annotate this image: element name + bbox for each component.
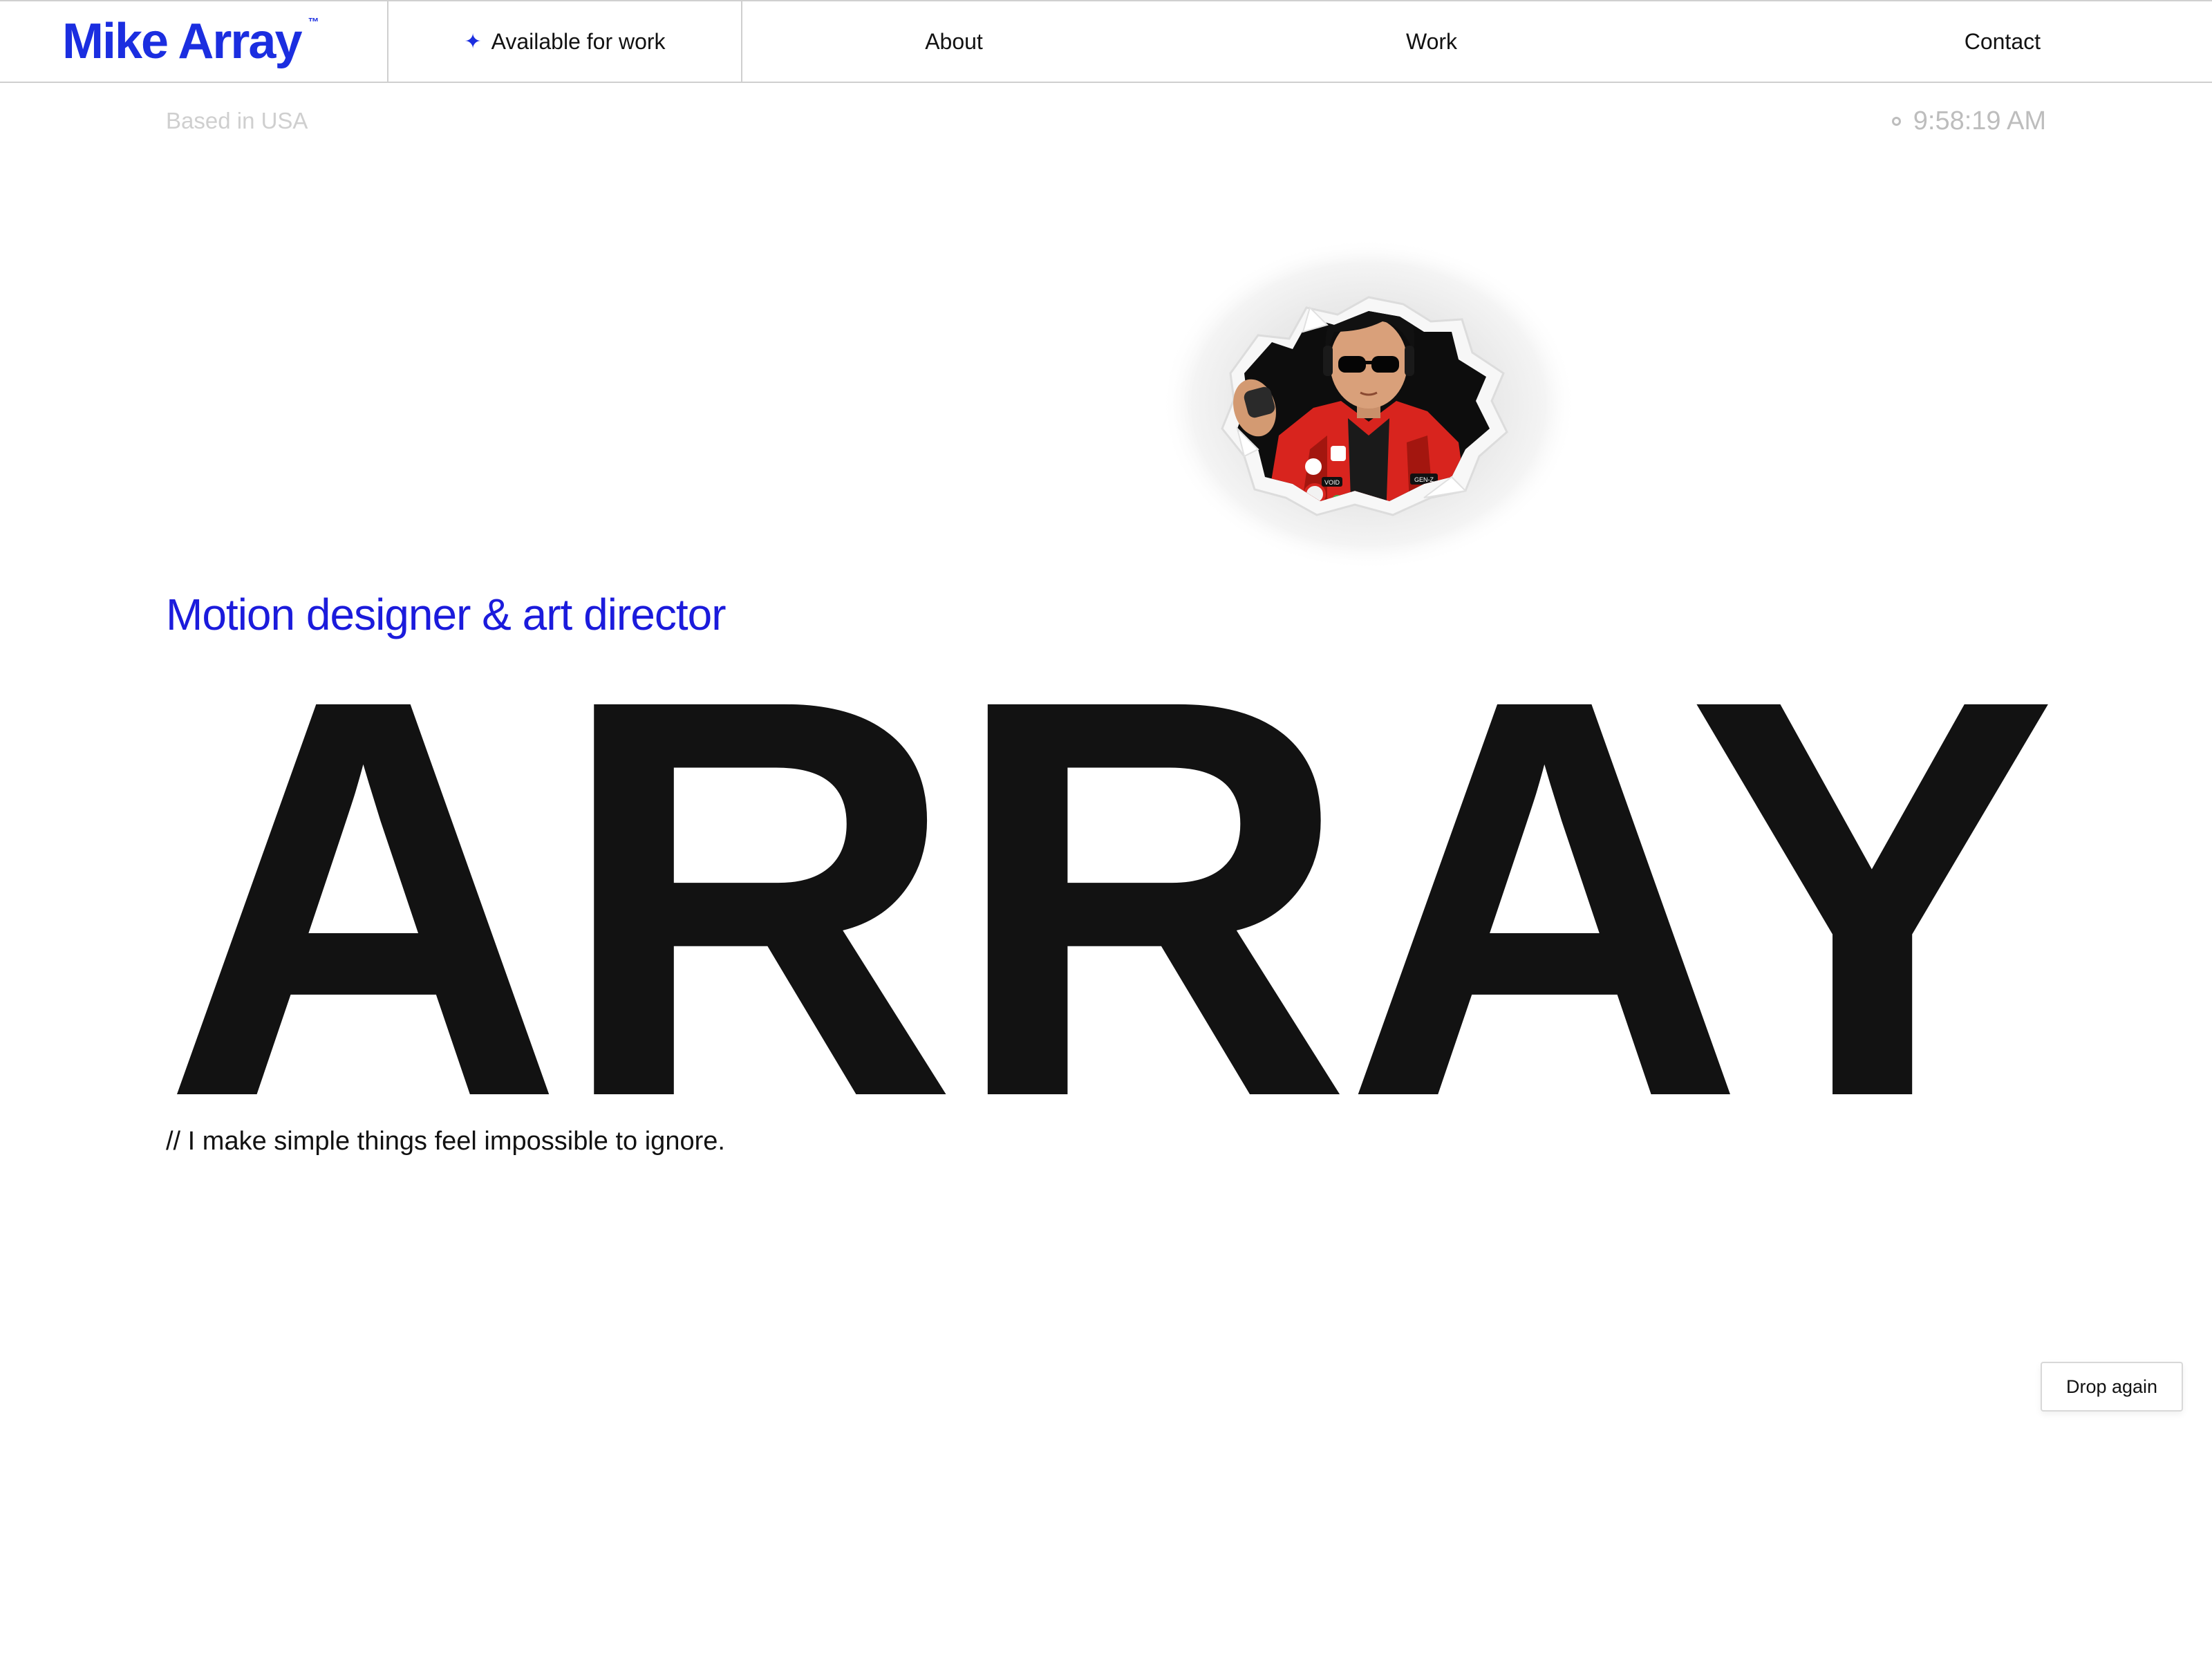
about-link[interactable]: About	[925, 29, 983, 55]
time-value: 9:58:19 AM	[1913, 106, 2046, 135]
brand-name[interactable]: Mike Array	[62, 17, 303, 66]
tagline: // I make simple things feel impossible …	[166, 1127, 725, 1156]
nav-item-contact[interactable]: Contact	[1788, 1, 2212, 82]
sparkle-icon: ✦	[464, 30, 482, 53]
availability-status: ✦ Available for work	[388, 1, 742, 82]
nav-item-about[interactable]: About	[742, 1, 1165, 82]
local-time: 9:58:19 AM	[1891, 106, 2046, 136]
hero-name-text: ARRAY	[163, 660, 2050, 1096]
top-navigation: Mike Array ™ ✦ Available for work About …	[0, 0, 2212, 83]
location-label: Based in USA	[166, 108, 308, 133]
clock-dot-icon	[1891, 117, 1901, 126]
avatar-illustration: VOID GEN-Z	[1161, 228, 1576, 574]
work-link[interactable]: Work	[1406, 29, 1457, 55]
role-subtitle: Motion designer & art director	[166, 590, 726, 639]
void-badge: VOID	[1324, 479, 1340, 486]
contact-link[interactable]: Contact	[1965, 29, 2041, 55]
availability-label: Available for work	[491, 28, 666, 54]
hero-name: ARRAY	[163, 660, 2050, 1096]
drop-again-button[interactable]: Drop again	[2041, 1362, 2183, 1412]
avatar-torn-paper-icon: VOID GEN-Z	[1161, 238, 1576, 570]
brand-logo[interactable]: Mike Array ™	[0, 1, 388, 82]
trademark-mark: ™	[308, 17, 319, 28]
nav-item-work[interactable]: Work	[1165, 1, 1788, 82]
